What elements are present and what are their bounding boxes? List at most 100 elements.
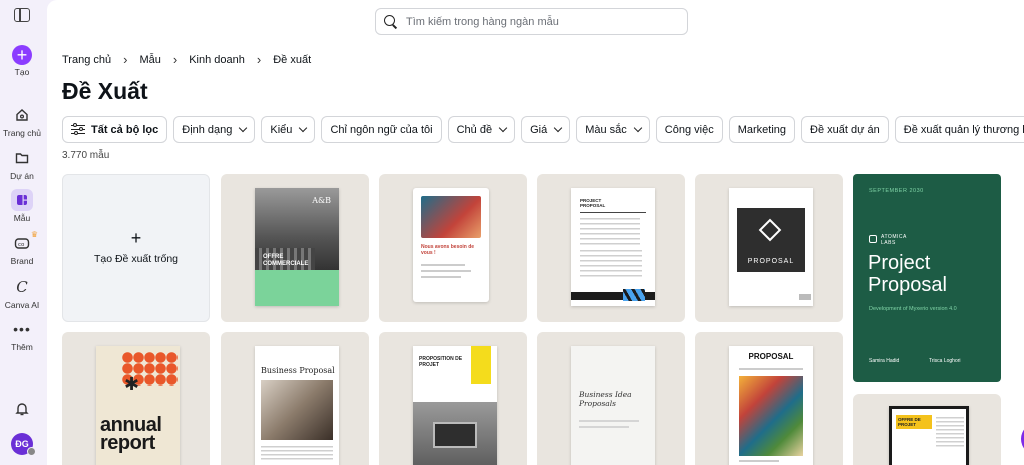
chevron-down-icon: [553, 123, 563, 133]
chevron-right-icon: ›: [123, 52, 128, 67]
template-title-text: Nous avons besoin de vous !: [421, 244, 475, 256]
tag-label: Công việc: [664, 123, 714, 136]
sidebar-item-brand[interactable]: co ♛ Brand: [0, 230, 44, 266]
format-label: Định dạng: [182, 123, 233, 136]
template-card[interactable]: Business Proposal: [221, 332, 369, 465]
breadcrumb-templates[interactable]: Mẫu: [139, 54, 160, 66]
template-card[interactable]: ✱ annual report: [62, 332, 210, 465]
all-filters-label: Tất cả bộ lọc: [91, 123, 159, 136]
template-card[interactable]: Business Idea Proposals: [537, 332, 685, 465]
template-card[interactable]: PROJECT PROPOSAL: [537, 174, 685, 322]
template-title-text: Business Proposal: [261, 366, 335, 375]
color-dropdown[interactable]: Màu sắc: [576, 116, 650, 143]
sidebar-item-label: Dự án: [10, 171, 34, 181]
color-label: Màu sắc: [585, 123, 627, 136]
crown-icon: ♛: [30, 230, 38, 239]
create-blank-label: Tạo Đề xuất trống: [93, 253, 179, 265]
tag-chip[interactable]: Công việc: [655, 116, 723, 143]
template-thumbnail: PROPOSAL: [729, 346, 813, 465]
home-icon: [11, 104, 33, 126]
template-card[interactable]: PROPOSITION DE PROJET: [379, 332, 527, 465]
sidebar-item-create[interactable]: + Tạo: [0, 45, 44, 77]
template-thumbnail: Nous avons besoin de vous !: [413, 188, 489, 302]
sidebar: + Tạo Trang chủ Dự án Mẫu co ♛ Brand C C…: [0, 0, 44, 465]
sidebar-item-canva-ai[interactable]: C Canva AI: [0, 276, 44, 310]
template-title-text: OFFRE DE PROJET: [898, 417, 921, 427]
template-subtitle-text: Development of Myxerio version 4.0: [869, 306, 957, 312]
sidebar-item-templates[interactable]: Mẫu: [0, 189, 44, 223]
tag-chip[interactable]: Đề xuất quản lý thương hiệu: [894, 116, 1024, 143]
page-title: Đề Xuất: [62, 78, 148, 104]
asterisk-graphic: ✱: [124, 374, 140, 394]
template-title-text: PROPOSAL: [747, 258, 795, 265]
tag-label: Đề xuất dự án: [810, 123, 880, 136]
template-thumbnail: ✱ annual report: [96, 346, 180, 465]
search-input[interactable]: Tìm kiếm trong hàng ngàn mẫu: [375, 8, 688, 35]
chevron-right-icon: ›: [172, 52, 178, 67]
tag-label: Đề xuất quản lý thương hiệu: [903, 123, 1024, 136]
avatar-team-badge: [27, 447, 36, 456]
sidebar-toggle-icon[interactable]: [14, 8, 30, 22]
template-card[interactable]: PROPOSAL: [695, 332, 843, 465]
template-title-text: PROPOSAL: [748, 352, 794, 361]
format-dropdown[interactable]: Định dạng: [173, 116, 256, 143]
topic-label: Chủ đề: [456, 123, 493, 136]
topic-dropdown[interactable]: Chủ đề: [447, 116, 516, 143]
sidebar-item-projects[interactable]: Dự án: [0, 147, 44, 181]
chevron-down-icon: [498, 123, 508, 133]
notification-bell-icon[interactable]: [14, 401, 30, 417]
template-card-atomica[interactable]: SEPTEMBER 2030 ATOMICA LABS Project Prop…: [853, 174, 1001, 382]
template-card[interactable]: PROPOSAL: [695, 174, 843, 322]
tag-chip[interactable]: Marketing: [728, 116, 795, 143]
filter-bar: Tất cả bộ lọc Định dạng Kiểu Chỉ ngôn ng…: [62, 116, 1024, 143]
plus-icon: +: [12, 45, 32, 65]
template-thumbnail: PROJECT PROPOSAL: [571, 188, 655, 306]
template-card[interactable]: OFFRE DE PROJET: [853, 394, 1001, 465]
template-brand-text: A&B: [312, 196, 331, 205]
template-title-text: PROPOSITION DE PROJET: [419, 356, 463, 368]
all-filters-button[interactable]: Tất cả bộ lọc: [62, 116, 168, 143]
price-label: Giá: [530, 123, 548, 136]
sidebar-item-more[interactable]: ••• Thêm: [0, 318, 44, 352]
template-thumbnail: OFFRE DE PROJET: [889, 406, 969, 465]
sidebar-item-label: Tạo: [14, 67, 30, 77]
style-label: Kiểu: [270, 123, 293, 136]
more-icon: •••: [13, 321, 31, 337]
my-language-filter[interactable]: Chỉ ngôn ngữ của tôi: [321, 116, 442, 143]
template-thumbnail: Business Proposal: [255, 346, 339, 465]
sidebar-item-label: Thêm: [11, 342, 33, 352]
result-count: 3.770 mẫu: [62, 150, 110, 161]
create-blank-card[interactable]: + Tạo Đề xuất trống: [62, 174, 210, 322]
sidebar-item-home[interactable]: Trang chủ: [0, 104, 44, 138]
language-label: Chỉ ngôn ngữ của tôi: [330, 123, 433, 136]
template-name-text: Trisca Loghori: [929, 358, 961, 364]
template-thumbnail: Business Idea Proposals: [571, 346, 655, 465]
chevron-down-icon: [299, 123, 308, 133]
chevron-down-icon: [239, 123, 248, 133]
canva-ai-icon: C: [16, 278, 28, 296]
breadcrumb: Trang chủ › Mẫu › Kinh doanh › Đề xuất: [62, 52, 311, 67]
sidebar-item-label: Mẫu: [13, 213, 31, 223]
price-dropdown[interactable]: Giá: [521, 116, 571, 143]
sliders-icon: [71, 123, 85, 136]
tag-chip[interactable]: Đề xuất dự án: [801, 116, 889, 143]
search-placeholder: Tìm kiếm trong hàng ngàn mẫu: [406, 15, 559, 28]
brand-icon: co: [11, 232, 33, 254]
breadcrumb-business[interactable]: Kinh doanh: [189, 54, 245, 66]
plus-icon: +: [130, 228, 142, 248]
main-panel: Tìm kiếm trong hàng ngàn mẫu Trang chủ ›…: [47, 0, 1024, 465]
sidebar-item-label: Canva AI: [4, 300, 40, 310]
template-card[interactable]: Nous avons besoin de vous !: [379, 174, 527, 322]
search-icon: [384, 14, 398, 29]
template-name-text: Samira Hadid: [869, 358, 900, 364]
template-title-text: annual report: [100, 414, 162, 454]
template-title-text: OFFRE COMMERCIALE: [263, 254, 309, 267]
style-dropdown[interactable]: Kiểu: [261, 116, 316, 143]
sidebar-item-label: Trang chủ: [3, 128, 41, 138]
template-thumbnail: A&B OFFRE COMMERCIALE: [255, 188, 339, 306]
template-date-text: SEPTEMBER 2030: [869, 188, 924, 194]
breadcrumb-home[interactable]: Trang chủ: [62, 54, 111, 66]
template-title-text: PROJECT PROPOSAL: [580, 198, 606, 208]
template-icon: [11, 189, 33, 211]
template-card[interactable]: A&B OFFRE COMMERCIALE: [221, 174, 369, 322]
